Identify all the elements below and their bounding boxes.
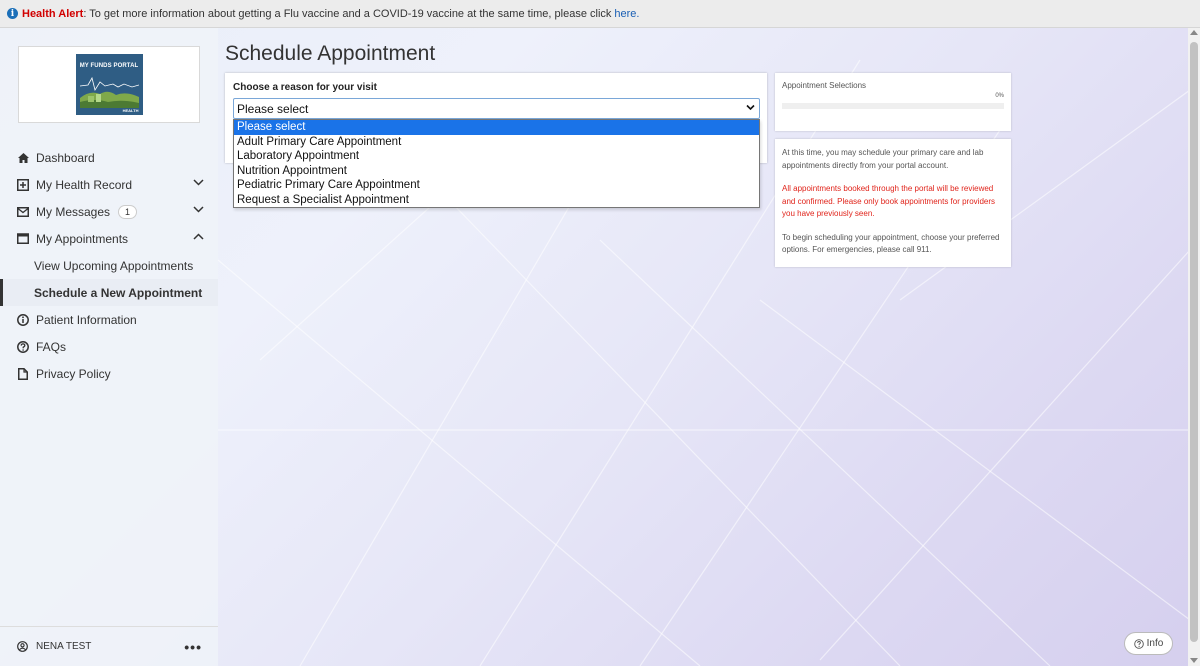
sidebar-item-label: Privacy Policy (36, 366, 111, 381)
dropdown-option[interactable]: Pediatric Primary Care Appointment (234, 178, 759, 193)
sidebar-item-label: Patient Information (36, 312, 137, 327)
sidebar-item-faqs[interactable]: FAQs (0, 333, 218, 360)
info-icon: i (7, 8, 18, 19)
sidebar-item-label: Dashboard (36, 150, 95, 165)
logo-container[interactable]: MY FUNDS PORTAL HEALTH (18, 46, 200, 123)
chevron-down-icon[interactable] (193, 179, 204, 186)
progress-title: Appointment Selections (782, 81, 867, 90)
envelope-icon (17, 206, 29, 218)
sidebar-item-dashboard[interactable]: Dashboard (0, 144, 218, 171)
dropdown-option[interactable]: Laboratory Appointment (234, 149, 759, 164)
sidebar-item-messages[interactable]: My Messages 1 (0, 198, 218, 225)
scroll-down-arrow-icon[interactable] (1190, 658, 1198, 663)
scroll-up-arrow-icon[interactable] (1190, 30, 1198, 35)
chevron-up-icon[interactable] (193, 233, 204, 240)
page-title: Schedule Appointment (225, 42, 436, 65)
document-icon (17, 367, 29, 380)
sidebar-item-label: My Messages (36, 204, 111, 219)
alert-title: Health Alert (22, 7, 84, 20)
logo-title: MY FUNDS PORTAL (79, 63, 139, 69)
sidebar-subitem-schedule-new[interactable]: Schedule a New Appointment (0, 279, 218, 306)
page-scrollbar[interactable] (1188, 28, 1200, 666)
reason-select[interactable]: Please select (233, 98, 760, 119)
info-button-label: Info (1146, 638, 1164, 649)
sidebar-item-label: My Appointments (36, 231, 129, 246)
portal-logo: MY FUNDS PORTAL HEALTH (75, 54, 143, 115)
message-count-badge: 1 (118, 204, 138, 219)
reason-label: Choose a reason for your visit (233, 82, 377, 93)
user-circle-icon (17, 641, 28, 652)
sidebar-item-appointments[interactable]: My Appointments (0, 225, 218, 252)
question-circle-icon (1133, 638, 1144, 649)
sidebar-item-patient-information[interactable]: Patient Information (0, 306, 218, 333)
question-circle-icon (17, 340, 29, 353)
user-account-row[interactable]: NENA TEST ••• (0, 626, 218, 666)
progress-percent: 0% (995, 93, 1004, 99)
user-name: NENA TEST (36, 641, 92, 652)
calendar-icon (17, 233, 29, 245)
scroll-thumb[interactable] (1190, 42, 1198, 642)
alert-message: : To get more information about getting … (83, 7, 612, 20)
info-paragraph: At this time, you may schedule your prim… (782, 148, 984, 170)
dropdown-option[interactable]: Please select (234, 120, 759, 135)
chevron-down-icon[interactable] (193, 206, 204, 213)
sidebar-item-label: FAQs (36, 339, 67, 354)
warning-paragraph: All appointments booked through the port… (782, 184, 996, 218)
sidebar-item-privacy-policy[interactable]: Privacy Policy (0, 360, 218, 387)
home-icon (17, 152, 29, 164)
sidebar-item-label: My Health Record (36, 177, 133, 192)
progress-bar (782, 103, 1004, 109)
sidebar-subitem-label: View Upcoming Appointments (34, 258, 194, 273)
dropdown-option[interactable]: Request a Specialist Appointment (234, 193, 759, 208)
info-paragraph: To begin scheduling your appointment, ch… (782, 232, 1000, 255)
info-button[interactable]: Info (1124, 632, 1173, 655)
sidebar: MY FUNDS PORTAL HEALTH Dashboard My Heal… (0, 28, 218, 666)
scheduling-info-card: At this time, you may schedule your prim… (775, 139, 1011, 267)
chevron-down-icon (746, 104, 755, 111)
reason-dropdown-list: Please select Adult Primary Care Appoint… (233, 119, 760, 208)
alert-link[interactable]: here. (614, 8, 639, 20)
appointment-selections-card: Appointment Selections 0% (775, 73, 1011, 131)
more-options-icon[interactable]: ••• (184, 639, 202, 655)
info-circle-icon (17, 313, 29, 326)
logo-landscape-icon (79, 76, 139, 108)
logo-subtitle: HEALTH (122, 108, 139, 113)
sidebar-subitem-label: Schedule a New Appointment (34, 285, 203, 300)
plus-square-icon (17, 178, 29, 191)
health-alert-bar: i Health Alert : To get more information… (0, 0, 1200, 28)
sidebar-subitem-view-upcoming[interactable]: View Upcoming Appointments (0, 252, 218, 279)
select-value: Please select (237, 101, 309, 116)
sidebar-nav: Dashboard My Health Record My Messages 1… (0, 144, 218, 387)
dropdown-option[interactable]: Adult Primary Care Appointment (234, 135, 759, 150)
sidebar-item-health-record[interactable]: My Health Record (0, 171, 218, 198)
dropdown-option[interactable]: Nutrition Appointment (234, 164, 759, 179)
